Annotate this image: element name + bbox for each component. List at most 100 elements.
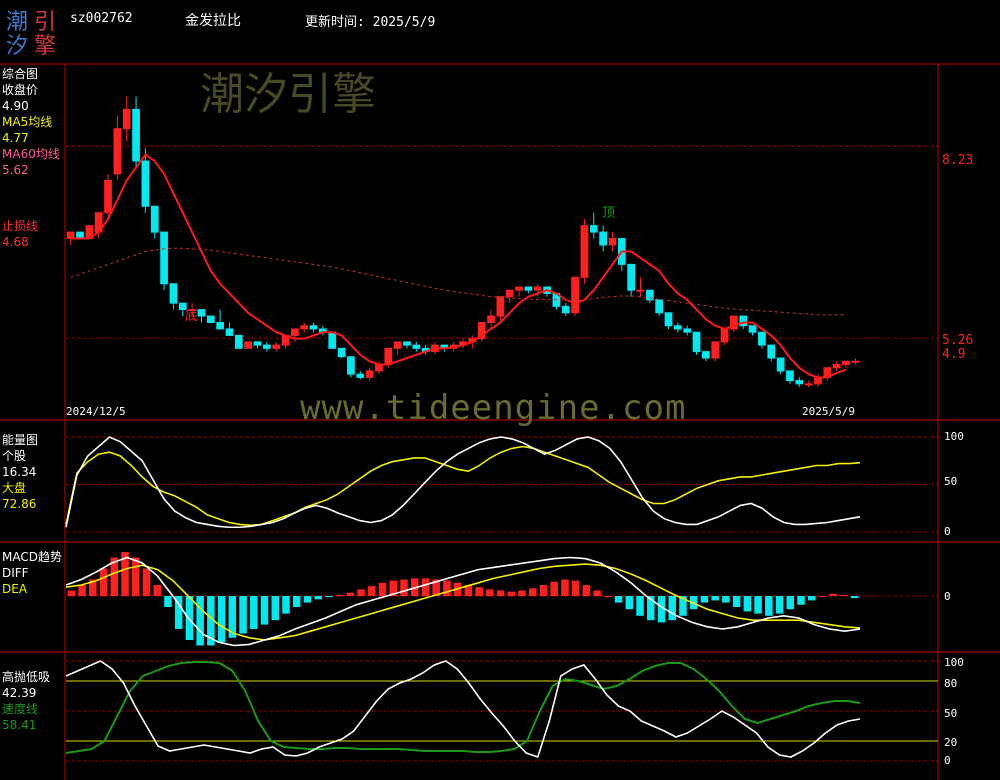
candle-body xyxy=(692,331,701,353)
macd-bar xyxy=(700,596,709,603)
candle-body xyxy=(758,331,766,346)
candle-body xyxy=(141,160,150,207)
macd-bar xyxy=(368,586,376,596)
candle-body xyxy=(655,299,664,314)
macd-bar xyxy=(282,596,290,614)
candle-body xyxy=(347,356,355,375)
stock-energy-line xyxy=(65,436,861,529)
macd-bar xyxy=(593,590,601,596)
stop-label: 止损线 xyxy=(2,219,39,233)
candle-body xyxy=(337,347,346,358)
macd-bar xyxy=(722,596,730,603)
macd-bar xyxy=(314,596,322,600)
macd-bar xyxy=(164,596,172,607)
panel3-title: MACD趋势 xyxy=(2,550,62,564)
candle-body xyxy=(776,357,785,372)
candle-body xyxy=(122,108,131,130)
market-energy-line xyxy=(65,445,861,527)
p4-axis-50: 50 xyxy=(944,707,958,720)
p4-axis-100: 100 xyxy=(944,656,964,669)
candle-body xyxy=(786,370,794,382)
candle-body xyxy=(636,289,645,292)
candle-body xyxy=(561,305,570,314)
candle-body xyxy=(104,179,112,214)
macd-bar xyxy=(378,582,387,596)
candle-body xyxy=(804,383,813,386)
candle-body xyxy=(412,344,421,349)
candle-body xyxy=(384,347,393,365)
p2-axis-50: 50 xyxy=(944,475,958,488)
candle-body xyxy=(795,380,804,385)
macd-bar xyxy=(271,596,279,621)
top-marker: 顶 xyxy=(602,206,616,221)
market-label: 大盘 xyxy=(2,481,27,495)
panel2-title: 能量图 xyxy=(2,433,39,447)
macd-bar xyxy=(142,568,151,596)
candle-body xyxy=(393,341,402,349)
macd-bar xyxy=(636,596,644,616)
macd-bar xyxy=(625,596,634,610)
macd-bar xyxy=(357,589,365,596)
close-label: 收盘价 xyxy=(2,83,39,97)
ma5-line xyxy=(70,153,847,379)
macd-bar xyxy=(217,596,226,643)
macd-bar xyxy=(260,596,269,625)
ma60-value: 5.62 xyxy=(2,163,29,177)
macd-bar xyxy=(421,578,430,596)
panel3-legend: MACD趋势 DIFF DEA xyxy=(2,549,62,597)
macd-bar xyxy=(185,596,194,640)
candle-body xyxy=(206,315,215,323)
macd-bar xyxy=(507,591,516,596)
panel4-title: 高抛低吸 xyxy=(2,670,51,684)
candle-body xyxy=(169,283,178,304)
axis-label-high: 8.23 xyxy=(942,153,974,168)
candle-body xyxy=(627,263,636,291)
candle-body xyxy=(216,322,224,330)
macd-bar xyxy=(303,596,312,603)
macd-bar xyxy=(400,579,408,596)
candle-body xyxy=(571,276,579,314)
stop-legend: 止损线 4.68 xyxy=(2,218,38,250)
candle-body xyxy=(234,334,243,349)
candle-body xyxy=(720,328,729,343)
candle-body xyxy=(702,351,710,359)
macd-bar xyxy=(743,596,752,612)
macd-bar xyxy=(840,594,848,596)
candle-body xyxy=(842,360,850,365)
macd-bar xyxy=(496,590,505,596)
p4-axis-80: 80 xyxy=(944,677,958,690)
macd-bar xyxy=(711,596,719,601)
candle-body xyxy=(272,344,281,349)
macd-bar xyxy=(829,593,837,596)
candle-body xyxy=(160,231,168,285)
bottom-marker: 底 xyxy=(185,309,199,324)
stock-value: 16.34 xyxy=(2,465,37,479)
macd-bar xyxy=(475,587,483,596)
start-date: 2024/12/5 xyxy=(66,405,126,418)
candle-body xyxy=(150,205,159,233)
candle-body xyxy=(608,238,617,246)
speed-label: 速度线 xyxy=(2,702,39,716)
macd-bar xyxy=(486,589,494,596)
axis-label-close: 4.9 xyxy=(942,347,966,362)
macd-bar xyxy=(765,596,773,616)
macd-bar xyxy=(550,581,558,596)
candle-body xyxy=(832,363,841,369)
p4-axis-20: 20 xyxy=(944,736,958,749)
candle-body xyxy=(524,286,533,291)
macd-bar xyxy=(732,596,741,607)
candle-body xyxy=(132,108,140,162)
candle-body xyxy=(244,341,253,349)
panel4-legend: 高抛低吸 42.39 速度线 58.41 xyxy=(2,669,50,733)
macd-bar xyxy=(561,579,569,596)
candle-body xyxy=(580,225,589,278)
candle-body xyxy=(365,370,374,378)
ma5-value: 4.77 xyxy=(2,131,29,145)
candle-body xyxy=(589,225,598,233)
axis-label-mid: 5.26 xyxy=(942,333,974,348)
market-value: 72.86 xyxy=(2,497,37,511)
macd-bar xyxy=(614,596,623,603)
macd-bar xyxy=(754,596,762,614)
candle-body xyxy=(356,373,365,378)
macd-bar xyxy=(582,585,591,596)
